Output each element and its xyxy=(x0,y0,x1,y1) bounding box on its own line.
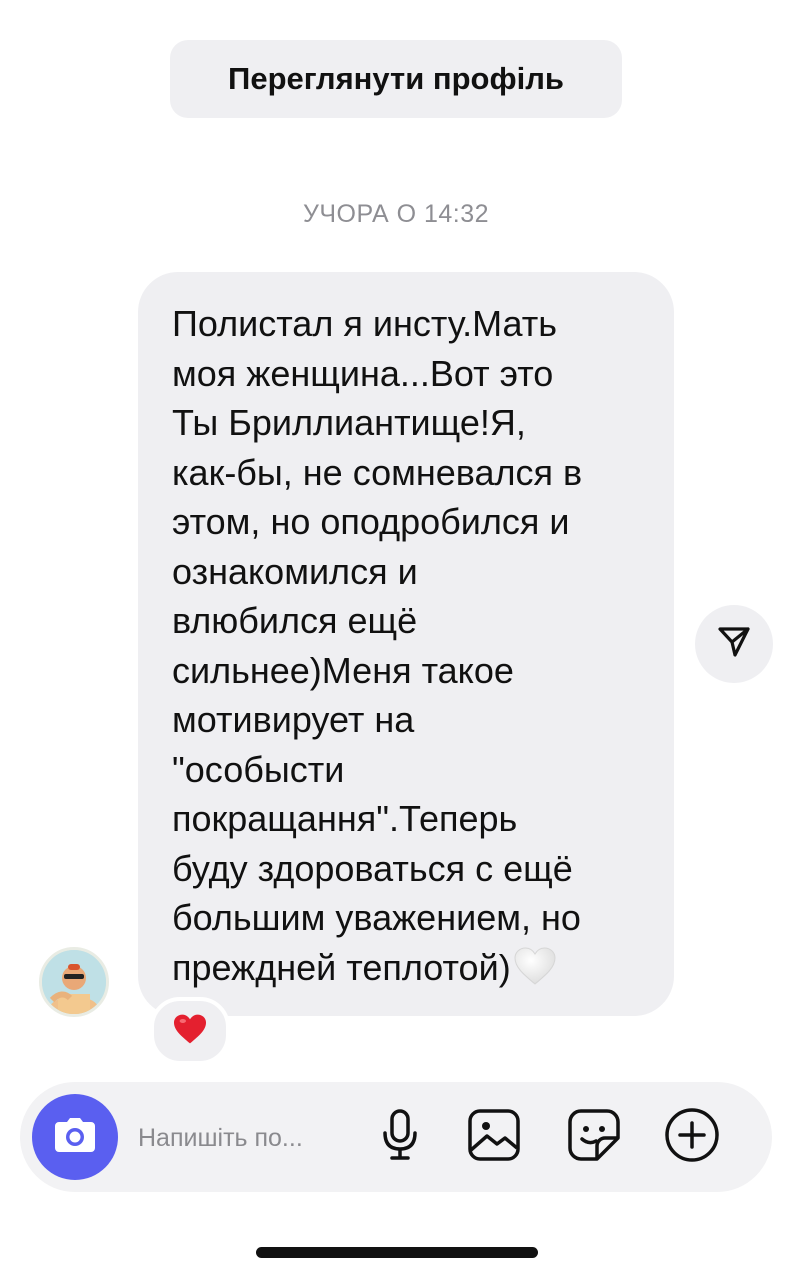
camera-icon xyxy=(53,1116,97,1159)
sticker-button[interactable] xyxy=(564,1107,624,1167)
sticker-icon xyxy=(567,1108,621,1167)
gallery-button[interactable] xyxy=(464,1107,524,1167)
message-line: "особысти xyxy=(172,748,345,790)
message-line: Полистал я инсту.Мать xyxy=(172,303,557,344)
microphone-icon xyxy=(380,1108,420,1166)
more-button[interactable] xyxy=(662,1107,722,1167)
message-line: буду здороваться с ещё xyxy=(172,847,573,889)
message-line: этом, но оподробился и xyxy=(172,501,570,542)
message-line: Ты Бриллиантище!Я, xyxy=(172,402,526,443)
message-line: ознакомился и xyxy=(172,550,418,592)
white-heart-emoji xyxy=(513,946,557,999)
reaction-badge[interactable] xyxy=(150,997,230,1065)
message-line: как-бы, не сомневался в xyxy=(172,451,583,493)
view-profile-button[interactable]: Переглянути профіль xyxy=(170,40,622,118)
message-line: сильнее)Меня такое xyxy=(172,649,514,691)
plus-circle-icon xyxy=(664,1107,720,1168)
send-icon xyxy=(717,625,751,664)
share-button[interactable] xyxy=(695,605,773,683)
message-line: мотивирует на xyxy=(172,699,415,740)
message-input[interactable] xyxy=(138,1118,348,1158)
message-line: большим уважением, но xyxy=(172,897,581,938)
message-line: влюбился ещё xyxy=(172,600,418,641)
camera-button[interactable] xyxy=(32,1094,118,1180)
message-timestamp: УЧОРА О 14:32 xyxy=(302,200,490,228)
message-line-last: преждней теплотой) xyxy=(172,943,646,999)
message-line-text: преждней теплотой) xyxy=(172,946,511,988)
gallery-icon xyxy=(467,1108,521,1167)
message-bubble[interactable]: Полистал я инсту.Мать моя женщина...Вот … xyxy=(138,272,674,1016)
message-line: моя женщина...Вот это xyxy=(172,352,554,394)
message-line: покращання".Теперь xyxy=(172,798,518,839)
home-indicator[interactable] xyxy=(256,1247,538,1258)
microphone-button[interactable] xyxy=(370,1107,430,1167)
sender-avatar[interactable] xyxy=(39,947,109,1017)
red-heart-emoji xyxy=(172,1013,208,1050)
message-composer xyxy=(20,1082,772,1192)
